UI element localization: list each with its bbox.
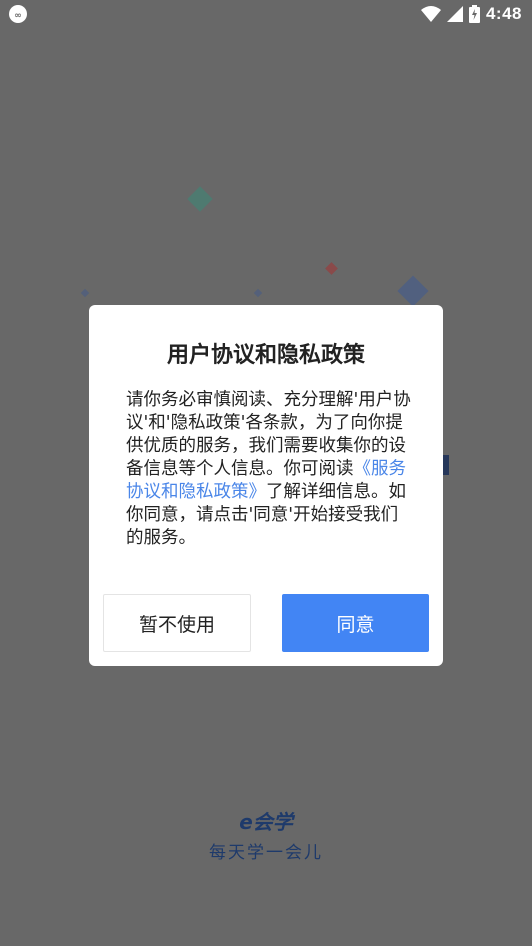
app-notification-icon: ∞	[9, 5, 27, 23]
privacy-dialog: 用户协议和隐私政策 请你务必审慎阅读、充分理解'用户协议'和'隐私政策'各条款，…	[89, 305, 443, 666]
agree-button[interactable]: 同意	[282, 594, 429, 652]
decorative-diamond	[397, 275, 429, 307]
battery-charging-icon	[468, 5, 480, 23]
decorative-diamond	[187, 186, 213, 212]
status-time: 4:48	[485, 4, 522, 23]
decorative-diamond	[325, 262, 338, 275]
svg-text:∞: ∞	[14, 11, 22, 21]
dialog-body: 请你务必审慎阅读、充分理解'用户协议'和'隐私政策'各条款，为了向你提供优质的服…	[126, 389, 411, 550]
status-icons: 4:48	[420, 3, 522, 25]
brand-logo: e会学	[239, 810, 293, 834]
decorative-diamond	[253, 288, 263, 298]
decorative-block	[443, 455, 449, 475]
wifi-icon	[420, 6, 441, 22]
decline-button[interactable]: 暂不使用	[103, 594, 251, 652]
signal-icon	[446, 6, 463, 22]
decorative-diamond	[80, 288, 90, 298]
status-bar: ∞ 4:48	[0, 0, 532, 28]
brand-slogan: 每天学一会儿	[209, 843, 323, 863]
dialog-title: 用户协议和隐私政策	[166, 343, 365, 368]
